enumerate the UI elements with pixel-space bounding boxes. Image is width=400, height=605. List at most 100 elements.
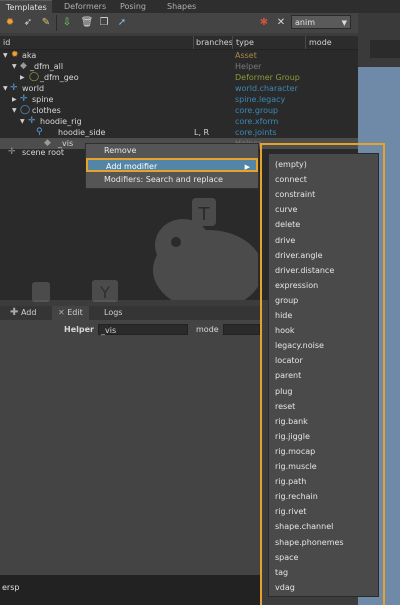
asset-icon: ✹ bbox=[11, 50, 19, 60]
modifier-menu-item[interactable]: driver.distance bbox=[275, 263, 334, 278]
trash-icon[interactable]: 🗑 bbox=[80, 16, 94, 30]
tab-logs[interactable]: Logs bbox=[98, 306, 128, 320]
modifier-submenu: (empty) connect constraint curve delete drive… bbox=[268, 153, 379, 597]
tree-row[interactable]: ▼ ◯ clothes core.group bbox=[0, 105, 358, 116]
modifier-menu-item[interactable]: parent bbox=[275, 368, 301, 383]
rocket-icon[interactable]: ➶ bbox=[21, 16, 35, 30]
expand-toggle-icon[interactable]: ▼ bbox=[3, 50, 8, 61]
modifier-menu-item[interactable]: vdag bbox=[275, 580, 295, 595]
helper-field[interactable]: _vis bbox=[98, 324, 188, 335]
tree-label: hoodie_side bbox=[58, 128, 106, 137]
modifier-menu-item[interactable]: tag bbox=[275, 565, 288, 580]
tree-row[interactable]: ▼ ✛ world world.character bbox=[0, 83, 358, 94]
column-header-mode[interactable]: mode bbox=[309, 36, 332, 49]
tab-shapes[interactable]: Shapes bbox=[161, 0, 202, 13]
brush-icon[interactable]: ✎ bbox=[39, 16, 53, 30]
tree-type: Asset bbox=[235, 51, 257, 60]
column-header-type[interactable]: type bbox=[236, 36, 254, 49]
modifier-menu-item[interactable]: rig.path bbox=[275, 474, 306, 489]
modifier-menu-item[interactable]: hook bbox=[275, 323, 295, 338]
tree-label: _dfm_geo bbox=[40, 73, 79, 82]
modifier-menu-item[interactable]: expression bbox=[275, 278, 318, 293]
modifier-menu-item[interactable]: drive bbox=[275, 233, 295, 248]
tab-add[interactable]: ✚ Add bbox=[4, 306, 42, 320]
column-divider[interactable] bbox=[232, 36, 233, 49]
menu-item-remove[interactable]: Remove bbox=[86, 144, 258, 158]
close-icon[interactable]: ✕ bbox=[274, 16, 288, 30]
copy-icon[interactable]: ❐ bbox=[97, 16, 111, 30]
svg-text:Y: Y bbox=[99, 283, 110, 302]
edit-icon: ✕ bbox=[58, 308, 65, 317]
expand-toggle-icon[interactable]: ▼ bbox=[20, 116, 25, 127]
bottom-viewport[interactable]: ersp bbox=[0, 575, 260, 605]
tab-edit[interactable]: ✕ Edit bbox=[52, 306, 89, 320]
modifier-menu-item[interactable]: space bbox=[275, 550, 298, 565]
group-icon: ◯ bbox=[20, 105, 31, 115]
modifier-menu-item[interactable]: plug bbox=[275, 384, 292, 399]
tab-deformers[interactable]: Deformers bbox=[58, 0, 112, 13]
modifier-menu-item[interactable]: rig.mocap bbox=[275, 444, 315, 459]
column-divider[interactable] bbox=[193, 36, 194, 49]
tree-type: spine.legacy bbox=[235, 95, 286, 104]
modifier-menu-item[interactable]: legacy.noise bbox=[275, 338, 324, 353]
tree-label: spine bbox=[32, 95, 54, 104]
tree-type: core.group bbox=[235, 106, 279, 115]
column-header-branches[interactable]: branches bbox=[196, 36, 233, 49]
bug-icon[interactable]: ✱ bbox=[257, 16, 271, 30]
mode-select[interactable]: anim ▼ bbox=[291, 15, 351, 29]
modifier-menu-item[interactable]: rig.muscle bbox=[275, 459, 317, 474]
edit-panel bbox=[0, 320, 260, 575]
cursor-icon[interactable]: ➚ bbox=[115, 16, 129, 30]
tree-row[interactable]: ▼ ◆ _dfm_all Helper bbox=[0, 61, 358, 72]
tree-label: _dfm_all bbox=[30, 62, 64, 71]
context-menu: Remove Add modifier ▶ Modifiers: Search a… bbox=[85, 143, 259, 189]
tab-templates[interactable]: Templates bbox=[0, 0, 52, 14]
modifier-menu-item[interactable]: curve bbox=[275, 202, 297, 217]
modifier-menu-item[interactable]: connect bbox=[275, 172, 307, 187]
expand-toggle-icon[interactable]: ▶ bbox=[20, 72, 25, 83]
tab-posing[interactable]: Posing bbox=[114, 0, 152, 13]
expand-toggle-icon[interactable]: ▼ bbox=[3, 83, 8, 94]
tree-row[interactable]: ▶ ◯ _dfm_geo Deformer Group bbox=[0, 72, 358, 83]
modifier-menu-item[interactable]: (empty) bbox=[275, 157, 307, 172]
column-divider[interactable] bbox=[305, 36, 306, 49]
column-header-id[interactable]: id bbox=[3, 36, 10, 49]
expand-toggle-icon[interactable]: ▼ bbox=[12, 105, 17, 116]
modifier-menu-item[interactable]: shape.phonemes bbox=[275, 535, 344, 550]
tree-row[interactable]: ▼ ✹ aka Asset bbox=[0, 50, 358, 61]
cross-icon: ✛ bbox=[10, 83, 18, 93]
tree-label: world bbox=[22, 84, 45, 93]
menu-item-search-replace[interactable]: Modifiers: Search and replace bbox=[86, 173, 258, 187]
mode-field[interactable] bbox=[223, 324, 260, 335]
modifier-menu-item[interactable]: shape.channel bbox=[275, 519, 333, 534]
tree-branches: L, R bbox=[194, 128, 210, 137]
mode-select-value: anim bbox=[295, 18, 315, 27]
tree-row[interactable]: ⚲ hoodie_side L, R core.joints bbox=[0, 127, 358, 138]
expand-toggle-icon[interactable]: ▼ bbox=[12, 61, 17, 72]
modifier-menu-item[interactable]: rig.bank bbox=[275, 414, 308, 429]
expand-toggle-icon[interactable]: ▶ bbox=[12, 94, 17, 105]
modifier-menu-item[interactable]: rig.rechain bbox=[275, 489, 318, 504]
mascot-illustration: Y bbox=[32, 280, 118, 302]
modifier-menu-item[interactable]: group bbox=[275, 293, 298, 308]
tree-label: hoodie_rig bbox=[40, 117, 82, 126]
tree-row[interactable]: ▼ ✛ hoodie_rig core.xform bbox=[0, 116, 358, 127]
modifier-menu-item[interactable]: rig.rivet bbox=[275, 504, 306, 519]
modifier-menu-item[interactable]: reset bbox=[275, 399, 295, 414]
gear-icon[interactable]: ✹ bbox=[3, 16, 17, 30]
modifier-menu-item[interactable]: driver.angle bbox=[275, 248, 323, 263]
tree-label: aka bbox=[22, 51, 37, 60]
menu-item-add-modifier[interactable]: Add modifier ▶ bbox=[86, 158, 258, 172]
modifier-menu-item[interactable]: rig.jiggle bbox=[275, 429, 310, 444]
tree-row[interactable]: ▶ ✛ spine spine.legacy bbox=[0, 94, 358, 105]
mode-label: mode bbox=[196, 325, 219, 334]
modifier-menu-item[interactable]: locator bbox=[275, 353, 303, 368]
modifier-menu-item[interactable]: hide bbox=[275, 308, 292, 323]
tree-type: core.joints bbox=[235, 128, 277, 137]
tab-label: Add bbox=[20, 308, 37, 317]
modifier-menu-item[interactable]: constraint bbox=[275, 187, 315, 202]
cross-icon: ✛ bbox=[8, 147, 16, 157]
download-icon[interactable]: ⇩ bbox=[60, 16, 74, 30]
tree-type: world.character bbox=[235, 84, 298, 93]
modifier-menu-item[interactable]: delete bbox=[275, 217, 300, 232]
